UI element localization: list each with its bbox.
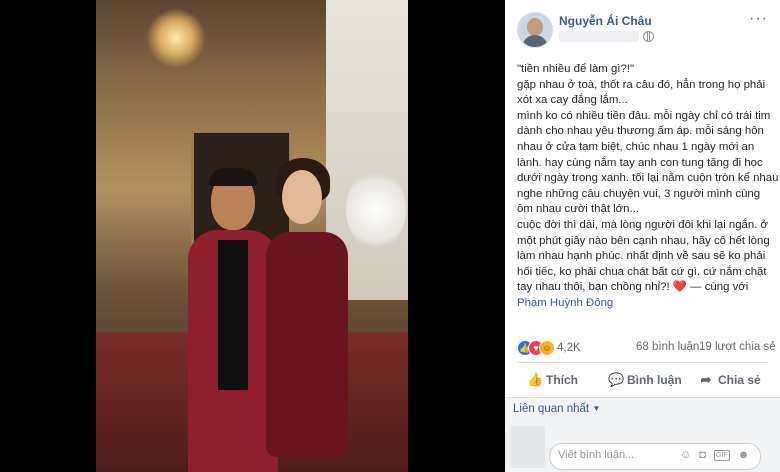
photo-feathers [346,170,406,250]
speech-bubble-icon: 💬 [608,372,625,387]
thumbs-up-icon: 👍 [527,372,544,387]
caret-down-icon: ▼ [592,404,601,413]
globe-icon [643,31,654,42]
more-icon[interactable]: ··· [749,11,768,27]
sticker-icon[interactable]: ☻ [738,449,750,461]
photo-man-hair [209,168,257,186]
share-label: Chia sẻ [718,373,761,387]
comments-section: Liên quan nhất ▼ Viết bình luận... ☺ ◘ G… [505,398,780,472]
post-text: "tiền nhiều để làm gì?!" gặp nhau ở toà,… [517,62,779,312]
camera-icon[interactable]: ◘ [699,449,706,461]
comment-input[interactable]: Viết bình luận... ☺ ◘ GIF ☻ [549,443,761,470]
commenter-avatar-blurred [511,426,545,468]
like-label: Thích [546,373,578,387]
with-text: — cùng với [690,281,749,294]
comment-count-link[interactable]: 68 bình luận [636,341,699,353]
share-count-link[interactable]: 19 lượt chia sẻ [699,341,776,353]
sort-comments-dropdown[interactable]: Liên quan nhất ▼ [513,403,600,415]
emoji-icon[interactable]: ☺ [680,449,691,461]
post-text-paragraph-last: cuộc đời thì dài, mà lòng người đôi khi … [517,218,779,312]
photo-viewer [0,0,505,472]
post-timestamp-blurred [559,31,639,42]
share-button[interactable]: ➦ Chia sẻ [699,369,761,391]
avatar-shoulders [522,35,548,47]
share-arrow-icon: ➦ [700,372,712,387]
photo-woman-head [282,170,322,224]
photo-chandelier [146,8,206,68]
avatar-face [527,18,543,36]
post-text-line: gặp nhau ở toà, thốt ra câu đó, hẳn tron… [517,78,766,107]
comment-tools: ☺ ◘ GIF ☻ [680,449,754,461]
photo-man-shirt [218,240,248,390]
post-photo[interactable] [96,0,408,472]
like-button[interactable]: 👍 Thích [527,369,578,391]
photo-woman-dress [266,232,348,457]
comment-placeholder: Viết bình luận... [558,449,635,461]
haha-reaction-icon: ☺ [539,340,555,356]
gif-icon[interactable]: GIF [714,450,730,461]
divider [517,362,768,363]
post-text-line: "tiền nhiều để làm gì?!" [517,63,635,75]
comment-button[interactable]: 💬 Bình luận [608,369,682,391]
heart-emoji-icon: ❤️ [672,281,687,294]
post-panel: Nguyễn Ái Châu ··· "tiền nhiều để làm gì… [505,0,780,472]
comment-label: Bình luận [627,373,682,387]
reaction-count: 4,2K [557,342,581,354]
tagged-person-link[interactable]: Phạm Huỳnh Đông [517,297,613,309]
post-text-line: mình ko có nhiều tiền đâu. mỗi ngày chỉ … [517,109,779,216]
sort-label: Liên quan nhất [513,403,590,415]
author-avatar[interactable] [517,12,553,48]
author-name[interactable]: Nguyễn Ái Châu [559,14,652,28]
